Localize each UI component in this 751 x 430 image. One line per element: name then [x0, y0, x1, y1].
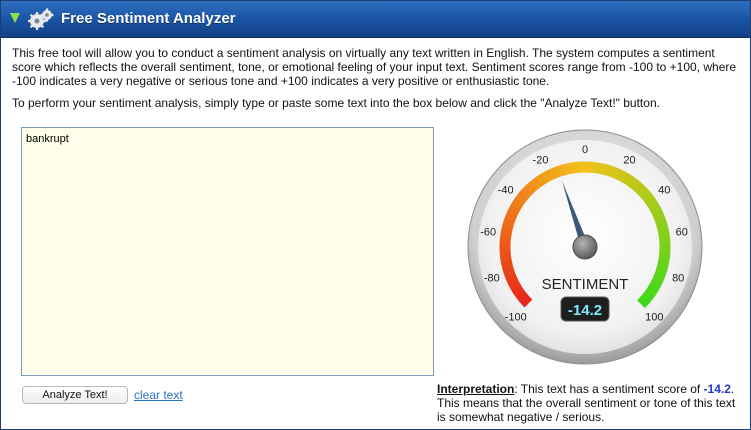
gauge-arc-segment: [642, 192, 656, 205]
gauge-tick-label: -40: [498, 184, 514, 196]
gauge-arc-segment: [656, 224, 670, 235]
intro-paragraph-1: This free tool will allow you to conduct…: [12, 46, 737, 88]
title-bar: Free Sentiment Analyzer: [1, 1, 750, 38]
gauge-tick-label: 0: [582, 144, 588, 156]
gauge-arc-segment: [622, 172, 635, 187]
intro-paragraph-2: To perform your sentiment analysis, simp…: [12, 96, 660, 110]
gauge-arc-segment: [524, 180, 538, 195]
gauge-arc-segment: [519, 185, 533, 200]
gauge-arc-segment: [652, 272, 666, 284]
gauge-label: SENTIMENT: [542, 276, 629, 293]
interpretation-score: -14.2: [703, 382, 731, 396]
gauge-tick-label: 40: [658, 184, 670, 196]
gauge-arc-segment: [518, 294, 533, 308]
gauge-arc-segment: [507, 203, 521, 216]
gauge-arc-segment: [507, 277, 521, 290]
gauge-arc-segment: [656, 259, 670, 270]
gauge-arc-segment: [535, 172, 549, 187]
text-input[interactable]: [21, 127, 434, 376]
sentiment-analyzer-panel: Free Sentiment Analyzer This free tool w…: [0, 0, 751, 430]
gauge-arc-segment: [591, 161, 601, 174]
gauge-arc-segment: [652, 210, 666, 223]
gauge-arc-segment: [504, 271, 518, 284]
gauge-hub: [572, 234, 598, 260]
interpretation-text: Interpretation: This text has a sentimen…: [437, 382, 737, 424]
gauge-arc-segment: [641, 289, 656, 303]
gauge-arc-segment: [616, 169, 629, 183]
gauge-arc-segment: [645, 197, 660, 211]
gauge-arc-segment: [510, 283, 525, 297]
gauge-arc-segment: [562, 162, 573, 176]
interpretation-text-before: : This text has a sentiment score of: [514, 382, 704, 396]
gauge-arc-segment: [645, 284, 660, 297]
gauge-arc-segment: [658, 253, 671, 263]
interpretation-label: Interpretation: [437, 382, 515, 396]
collapse-arrow-icon[interactable]: [10, 13, 20, 23]
gauge-readout-value: -14.2: [568, 302, 602, 319]
gauge-arc-segment: [649, 278, 663, 291]
intro-text: This free tool will allow you to conduct…: [12, 46, 737, 118]
gauge-arc-segment: [597, 162, 608, 176]
gauge-arc-segment: [499, 231, 512, 241]
window-title: Free Sentiment Analyzer: [61, 10, 236, 27]
gauge-arc-segment: [514, 289, 528, 302]
gauge-arc-segment: [510, 197, 525, 210]
gauge-arc-segment: [654, 266, 668, 278]
analyze-text-button[interactable]: Analyze Text!: [22, 386, 128, 404]
gauge-arc-segment: [637, 186, 652, 200]
gauge-arc-segment: [555, 164, 567, 178]
gauge-tick-label: -60: [480, 227, 496, 239]
gauge-arc-segment: [632, 181, 647, 195]
gauge-arc-segment: [570, 161, 580, 174]
gauge-tick-label: 100: [645, 311, 663, 323]
gauge-arc-segment: [627, 176, 641, 191]
gauge-arc-segment: [649, 204, 663, 217]
gauge-arc-segment: [504, 210, 518, 222]
gauge-tick-label: 60: [676, 227, 688, 239]
gauge-arc-segment: [654, 217, 668, 229]
gauge-arc-segment: [499, 252, 512, 262]
gauge-tick-label: -100: [505, 311, 527, 323]
gauge-arc-segment: [604, 164, 616, 178]
gauge-arc-segment: [542, 169, 555, 183]
sentiment-gauge: -100 -80 -60 -40 -20 0 20 40 60 80 100 SENTIMENT -…: [467, 129, 703, 365]
gauge-arc-segment: [610, 166, 622, 180]
gauge-arc-segment: [514, 191, 529, 205]
gauge-arc-segment: [658, 232, 671, 242]
gauge-tick-label: -20: [533, 155, 549, 167]
gauge-arc-segment: [530, 176, 543, 190]
gears-icon: [28, 8, 54, 30]
gauge-arc-segment: [502, 216, 516, 228]
gauge-arc-segment: [500, 259, 514, 270]
clear-text-link[interactable]: clear text: [134, 388, 183, 402]
gauge-tick-label: 20: [623, 155, 635, 167]
gauge-tick-label: -80: [484, 272, 500, 284]
gauge-arc-segment: [500, 224, 514, 235]
gauge-arc-segment: [502, 265, 516, 277]
gauge-arc-segment: [548, 166, 561, 180]
gauge-tick-label: 80: [672, 272, 684, 284]
gauge-arc-segment: [637, 294, 651, 309]
